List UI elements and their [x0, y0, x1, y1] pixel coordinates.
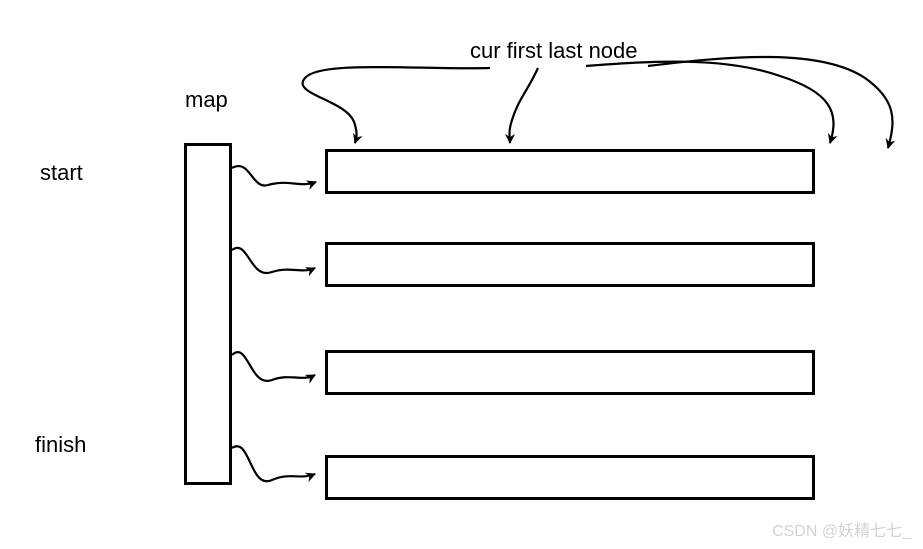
arrow-first	[510, 68, 539, 143]
watermark: CSDN @妖精七七_	[772, 517, 911, 541]
arrow-map-to-row-4	[232, 446, 315, 481]
finish-label: finish	[35, 432, 86, 458]
row-box-2	[325, 242, 815, 287]
arrow-cur	[303, 67, 490, 143]
row-box-1	[325, 149, 815, 194]
arrow-last	[586, 62, 833, 143]
header-label: cur first last node	[470, 38, 638, 64]
arrow-map-to-row-2	[232, 248, 315, 273]
arrow-map-to-row-3	[232, 352, 315, 381]
arrow-map-to-row-1	[232, 166, 316, 185]
map-label: map	[185, 87, 228, 113]
arrow-node	[648, 57, 892, 148]
map-column-box	[184, 143, 232, 485]
row-box-4	[325, 455, 815, 500]
start-label: start	[40, 160, 83, 186]
row-box-3	[325, 350, 815, 395]
